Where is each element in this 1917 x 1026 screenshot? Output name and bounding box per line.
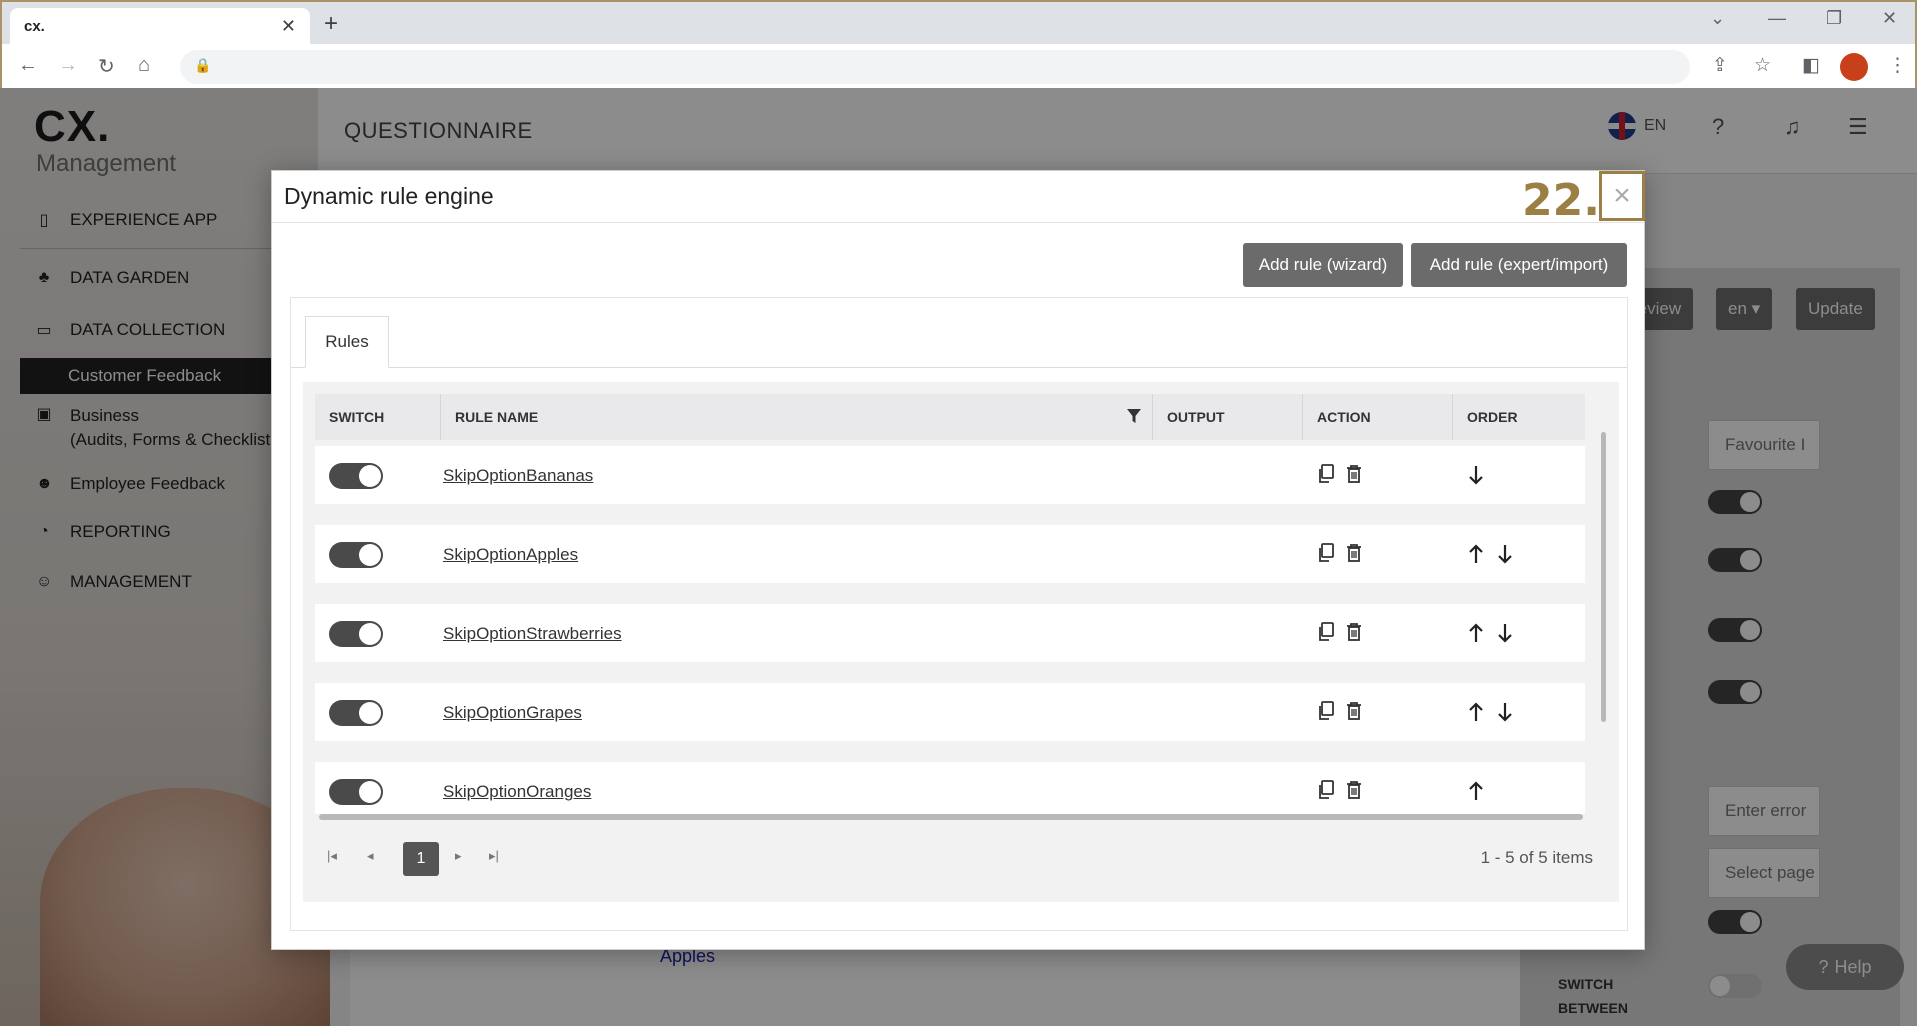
address-bar[interactable]: 🔒: [180, 50, 1690, 84]
table-row: SkipOptionApples: [315, 525, 1585, 583]
rule-enabled-toggle[interactable]: [329, 779, 383, 805]
rule-enabled-toggle[interactable]: [329, 621, 383, 647]
home-icon[interactable]: ⌂: [138, 54, 150, 77]
grid-header: SWITCH RULE NAME OUTPUT ACTION ORDER: [315, 394, 1585, 440]
move-up-icon[interactable]: [1467, 780, 1485, 802]
restore-icon[interactable]: ❐: [1826, 8, 1842, 29]
table-row: SkipOptionStrawberries: [315, 604, 1585, 662]
move-down-icon[interactable]: [1496, 543, 1514, 565]
browser-toolbar: ← → ↻ ⌂ 🔒 ⇪ ☆ ◧ ⋮: [2, 44, 1915, 90]
page-number-button[interactable]: 1: [403, 842, 439, 876]
table-row: SkipOptionOranges: [315, 762, 1585, 814]
trash-icon[interactable]: [1345, 464, 1363, 484]
trash-icon[interactable]: [1345, 543, 1363, 563]
column-header-switch[interactable]: SWITCH: [315, 394, 440, 440]
next-page-icon[interactable]: ▸: [455, 848, 462, 864]
rule-enabled-toggle[interactable]: [329, 463, 383, 489]
table-row: SkipOptionBananas: [315, 446, 1585, 504]
table-row: SkipOptionGrapes: [315, 683, 1585, 741]
move-down-icon[interactable]: [1496, 622, 1514, 644]
vertical-scrollbar[interactable]: [1601, 432, 1606, 722]
pager: |◂ ◂ 1 ▸ ▸| 1 - 5 of 5 items: [315, 832, 1605, 882]
tab-rules[interactable]: Rules: [305, 316, 389, 368]
rule-name-link[interactable]: SkipOptionGrapes: [443, 703, 582, 723]
prev-page-icon[interactable]: ◂: [367, 848, 374, 864]
modal-header-divider: [272, 222, 1644, 223]
back-icon[interactable]: ←: [18, 54, 38, 77]
trash-icon[interactable]: [1345, 780, 1363, 800]
reload-icon[interactable]: ↻: [98, 54, 115, 79]
modal-title: Dynamic rule engine: [284, 183, 494, 209]
copy-icon[interactable]: [1317, 622, 1335, 642]
pager-info: 1 - 5 of 5 items: [1480, 848, 1593, 867]
move-down-icon[interactable]: [1496, 701, 1514, 723]
move-up-icon[interactable]: [1467, 543, 1485, 565]
rule-name-link[interactable]: SkipOptionStrawberries: [443, 624, 622, 644]
copy-icon[interactable]: [1317, 780, 1335, 800]
browser-tab[interactable]: cx. ✕: [10, 8, 310, 44]
move-down-icon[interactable]: [1467, 464, 1485, 486]
tab-search-icon[interactable]: ⌄: [1710, 8, 1725, 29]
last-page-icon[interactable]: ▸|: [489, 848, 499, 864]
rule-name-link[interactable]: SkipOptionApples: [443, 545, 578, 565]
new-tab-icon[interactable]: +: [324, 10, 338, 38]
rule-enabled-toggle[interactable]: [329, 700, 383, 726]
trash-icon[interactable]: [1345, 622, 1363, 642]
copy-icon[interactable]: [1317, 543, 1335, 563]
tab-title: cx.: [24, 17, 45, 35]
rule-name-link[interactable]: SkipOptionBananas: [443, 466, 593, 486]
window-close-icon[interactable]: ✕: [1882, 8, 1897, 29]
forward-icon[interactable]: →: [58, 54, 78, 77]
trash-icon[interactable]: [1345, 701, 1363, 721]
rule-enabled-toggle[interactable]: [329, 542, 383, 568]
add-rule-wizard-button[interactable]: Add rule (wizard): [1243, 243, 1403, 287]
copy-icon[interactable]: [1317, 701, 1335, 721]
close-button[interactable]: ×: [1599, 171, 1645, 221]
profile-avatar[interactable]: [1840, 53, 1868, 81]
rules-container: Rules SWITCH RULE NAME OUTPUT ACTION ORD…: [290, 297, 1628, 931]
first-page-icon[interactable]: |◂: [327, 848, 337, 864]
column-header-output[interactable]: OUTPUT: [1152, 394, 1302, 440]
column-header-rule-name[interactable]: RULE NAME: [440, 394, 1152, 440]
rule-name-link[interactable]: SkipOptionOranges: [443, 782, 591, 802]
move-up-icon[interactable]: [1467, 701, 1485, 723]
column-header-action[interactable]: ACTION: [1302, 394, 1452, 440]
share-icon[interactable]: ⇪: [1712, 54, 1728, 77]
rules-grid: SWITCH RULE NAME OUTPUT ACTION ORDER Ski…: [303, 382, 1619, 902]
copy-icon[interactable]: [1317, 464, 1335, 484]
tab-close-icon[interactable]: ✕: [281, 16, 296, 37]
bookmark-star-icon[interactable]: ☆: [1754, 54, 1771, 77]
tab-divider: [291, 367, 1627, 368]
dynamic-rule-engine-modal: Dynamic rule engine 22. × Add rule (wiza…: [271, 170, 1645, 950]
minimize-icon[interactable]: —: [1768, 8, 1786, 29]
side-panel-icon[interactable]: ◧: [1802, 54, 1820, 77]
horizontal-scrollbar[interactable]: [319, 814, 1583, 820]
move-up-icon[interactable]: [1467, 622, 1485, 644]
column-header-order[interactable]: ORDER: [1452, 394, 1585, 440]
tab-bar: cx. ✕ + ⌄ — ❐ ✕: [2, 2, 1915, 44]
lock-icon: 🔒: [194, 57, 212, 73]
browser-menu-icon[interactable]: ⋮: [1888, 54, 1907, 77]
filter-icon[interactable]: [1127, 408, 1141, 424]
add-rule-expert-button[interactable]: Add rule (expert/import): [1411, 243, 1627, 287]
step-number-annotation: 22.: [1522, 175, 1600, 226]
